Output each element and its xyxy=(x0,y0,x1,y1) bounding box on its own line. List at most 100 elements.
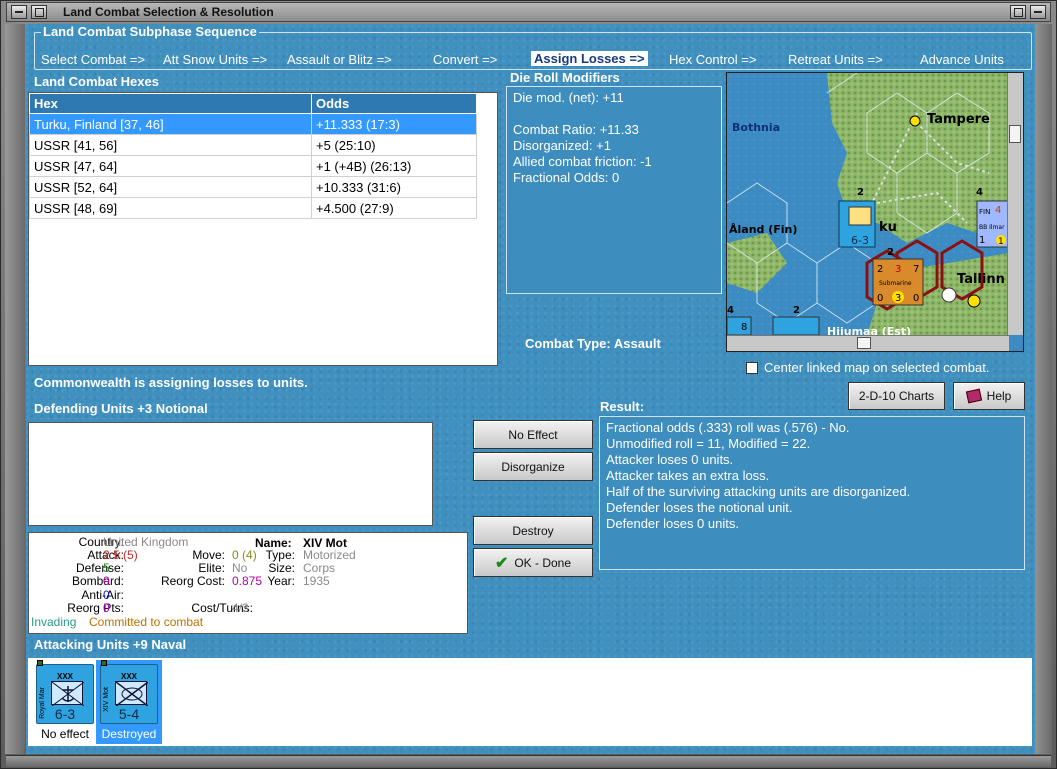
year-value: 1935 xyxy=(303,574,330,588)
unit-status: Destroyed xyxy=(101,727,157,741)
step-convert: Convert => xyxy=(433,52,498,67)
unit-status: No effect xyxy=(41,727,89,741)
size-value: Corps xyxy=(303,561,336,575)
type-label: Type: xyxy=(265,548,295,562)
hex-cell: Turku, Finland [37, 46] xyxy=(29,113,312,135)
defending-units-list[interactable] xyxy=(28,422,433,526)
bottom-bar xyxy=(6,755,1051,767)
table-row[interactable]: Turku, Finland [37, 46] +11.333 (17:3) xyxy=(29,113,477,135)
nation-flag-icon xyxy=(101,660,107,666)
odds-cell: +4.500 (27:9) xyxy=(311,197,477,219)
odds-cell: +5 (25:10) xyxy=(311,134,477,156)
map-hscroll-thumb[interactable] xyxy=(857,337,871,349)
maximize-icon[interactable] xyxy=(31,5,47,19)
linked-map[interactable]: Tampere Bothnia Åland (Fin) ku Tallinn H… xyxy=(726,72,1024,352)
nation-flag-icon xyxy=(37,660,43,666)
no-effect-button[interactable]: No Effect xyxy=(473,420,593,449)
country-value: United Kingdom xyxy=(103,535,189,549)
map-label-tallinn: Tallinn xyxy=(957,272,1005,287)
drm-title: Die Roll Modifiers xyxy=(510,70,620,85)
charts-button[interactable]: 2-D-10 Charts xyxy=(848,382,945,410)
disorganize-label: Disorganize xyxy=(501,459,565,474)
unit-size: XXX xyxy=(121,672,138,681)
step-assign-losses: Assign Losses => xyxy=(531,51,648,66)
restore-icon[interactable] xyxy=(1010,5,1026,19)
disorganize-button[interactable]: Disorganize xyxy=(473,452,593,481)
combat-type-label: Combat Type: xyxy=(525,336,611,351)
unit-size: XXX xyxy=(57,672,74,681)
map-label-aland: Åland (Fin) xyxy=(729,223,797,236)
destroy-button[interactable]: Destroy xyxy=(473,516,593,545)
close-icon[interactable] xyxy=(1030,5,1046,19)
drm-line: Allied combat friction: -1 xyxy=(513,154,652,169)
map-fin-val: 1 xyxy=(979,235,985,246)
defense-value: 5 xyxy=(103,561,110,575)
map-label-turku: ku xyxy=(879,220,897,235)
move-value: 0 (4) xyxy=(232,548,257,562)
odds-cell: +1 (+4B) (26:13) xyxy=(311,155,477,177)
ok-done-button[interactable]: ✔ OK - Done xyxy=(473,548,593,577)
map-stack-count: 2 xyxy=(793,305,800,316)
title-bar[interactable]: Land Combat Selection & Resolution xyxy=(6,2,1051,22)
step-hex-control: Hex Control => xyxy=(669,52,757,67)
result-line: Half of the surviving attacking units ar… xyxy=(606,484,911,499)
map-vscroll-thumb[interactable] xyxy=(1009,125,1021,143)
left-rail xyxy=(5,24,25,754)
table-row[interactable]: USSR [47, 64] +1 (+4B) (26:13) xyxy=(29,155,477,177)
unit-counter-royal-mar[interactable]: XXX Royal Mar 6-3 xyxy=(36,660,94,724)
map-stack-count: 2 xyxy=(857,187,864,198)
map-canvas[interactable]: Tampere Bothnia Åland (Fin) ku Tallinn H… xyxy=(727,73,1010,338)
bombard-label: Bombard: xyxy=(71,574,124,588)
drm-line: Fractional Odds: 0 xyxy=(513,170,620,185)
map-horizontal-scrollbar[interactable] xyxy=(727,335,1009,351)
step-select-combat: Select Combat => xyxy=(41,52,146,67)
map-sub-label: Submarine xyxy=(879,280,912,287)
help-button[interactable]: Help xyxy=(953,382,1025,410)
map-bb-label: BB Ilmar xyxy=(979,224,1005,231)
result-panel: Fractional odds (.333) roll was (.576) -… xyxy=(599,416,1025,570)
reorg-pts-value: 0 xyxy=(103,601,110,615)
committed-flag: Committed to combat xyxy=(89,615,204,629)
checkbox-box[interactable] xyxy=(746,361,758,374)
elite-label: Elite: xyxy=(198,561,225,575)
attacking-title: Attacking Units +9 Naval xyxy=(34,637,187,652)
map-label-hiiumaa: Hiiumaa (Est) xyxy=(827,325,911,335)
result-title: Result: xyxy=(600,399,645,414)
cost-turns-value: 4/3 xyxy=(232,601,249,615)
center-linked-map-checkbox[interactable]: Center linked map on selected combat. xyxy=(746,360,989,375)
unit-counter-xiv-mot[interactable]: XXX XIV Mot 5-4 xyxy=(100,660,158,724)
defense-label: Defense: xyxy=(75,561,124,575)
step-retreat-units: Retreat Units => xyxy=(788,52,883,67)
no-effect-label: No Effect xyxy=(508,427,558,442)
hex-cell: USSR [47, 64] xyxy=(29,155,312,177)
map-vertical-scrollbar[interactable] xyxy=(1007,73,1023,335)
map-label-tampere: Tampere xyxy=(927,112,990,127)
result-line: Fractional odds (.333) roll was (.576) -… xyxy=(606,420,850,435)
col-hex[interactable]: Hex xyxy=(29,93,312,114)
drm-line: Disorganized: +1 xyxy=(513,138,611,153)
move-label: Move: xyxy=(192,548,225,562)
elite-value: No xyxy=(232,561,248,575)
table-row[interactable]: USSR [48, 69] +4.500 (27:9) xyxy=(29,197,477,219)
subphase-title: Land Combat Subphase Sequence xyxy=(41,24,259,39)
col-odds[interactable]: Odds xyxy=(311,93,477,114)
hex-cell: USSR [48, 69] xyxy=(29,197,312,219)
reorg-cost-value: 0.875 xyxy=(232,574,263,588)
motorized-unit-icon xyxy=(115,681,149,707)
right-rail xyxy=(1032,24,1052,754)
step-att-snow-units: Att Snow Units => xyxy=(163,52,268,67)
type-value: Motorized xyxy=(303,548,356,562)
minimize-icon[interactable] xyxy=(11,5,27,19)
table-row[interactable]: USSR [41, 56] +5 (25:10) xyxy=(29,134,477,156)
unit-value: 6-3 xyxy=(54,706,76,722)
marine-unit-icon xyxy=(51,681,85,707)
combat-type: Combat Type: Assault xyxy=(525,336,661,351)
subphase-sequence: Land Combat Subphase Sequence Select Com… xyxy=(34,24,1032,70)
hex-cell: USSR [41, 56] xyxy=(29,134,312,156)
attacking-units-strip[interactable]: XXX Royal Mar 6-3 No effect XXX XIV Mot … xyxy=(28,658,1032,746)
bombard-value: 0 xyxy=(103,574,110,588)
size-label: Size: xyxy=(268,561,295,575)
table-row[interactable]: USSR [52, 64] +10.333 (31:6) xyxy=(29,176,477,198)
charts-button-label: 2-D-10 Charts xyxy=(858,389,935,403)
unit-info-panel: Country: United Kingdom Name: XIV Mot At… xyxy=(28,532,468,634)
